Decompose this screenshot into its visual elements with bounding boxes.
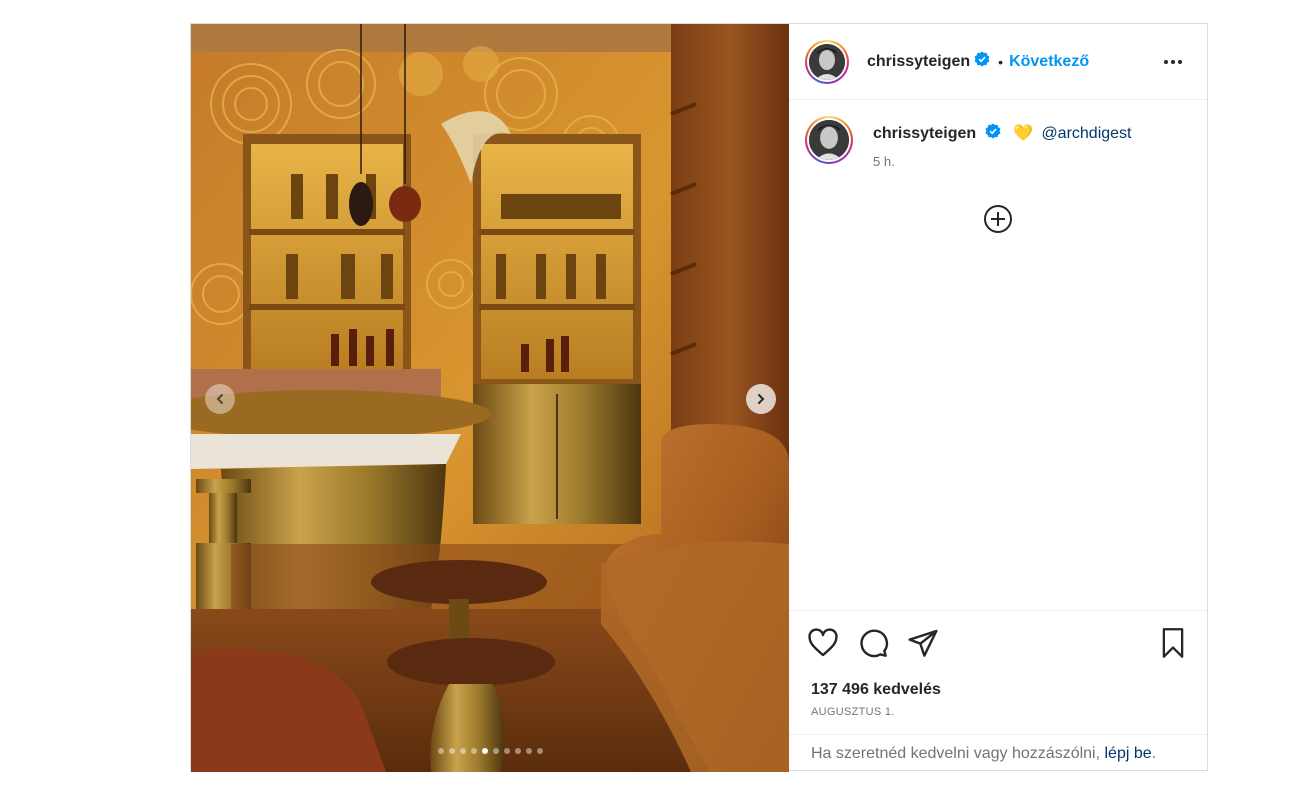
save-button[interactable] — [1159, 627, 1187, 664]
chevron-right-icon — [758, 394, 765, 404]
post-header: chrissyteigen • Következő — [789, 24, 1207, 100]
carousel-dot — [481, 748, 488, 754]
bar-interior-photo — [191, 24, 789, 772]
carousel-dot — [525, 748, 532, 754]
like-count[interactable]: 137 496 kedvelés — [811, 681, 941, 699]
carousel-dot — [503, 748, 510, 754]
comment-icon — [860, 629, 889, 658]
caption-username[interactable]: chrissyteigen — [873, 125, 976, 142]
login-prompt: Ha szeretnéd kedvelni vagy hozzászólni, … — [789, 734, 1207, 771]
header-separator: • — [998, 53, 1004, 70]
avatar[interactable] — [805, 39, 849, 84]
follow-button[interactable]: Következő — [1009, 53, 1089, 71]
send-icon — [908, 629, 938, 657]
carousel-dot — [514, 748, 521, 754]
bookmark-icon — [1162, 628, 1184, 658]
post-time[interactable]: 5 h. — [873, 154, 1132, 169]
login-prompt-text: Ha szeretnéd kedvelni vagy hozzászólni, — [811, 745, 1105, 762]
more-options-button[interactable] — [1161, 50, 1185, 79]
carousel-dot — [470, 748, 477, 754]
more-icon — [1164, 60, 1182, 64]
carousel-next-button[interactable] — [746, 384, 776, 414]
username[interactable]: chrissyteigen — [867, 53, 970, 71]
post-date[interactable]: AUGUSZTUS 1. — [811, 706, 895, 718]
like-button[interactable] — [807, 627, 839, 664]
avatar-image — [809, 43, 845, 80]
caption-avatar[interactable] — [805, 116, 853, 164]
plus-circle-icon — [984, 205, 1012, 233]
caption: chrissyteigen 💛 @archdigest 5 h. — [805, 116, 1191, 169]
login-link[interactable]: lépj be — [1105, 745, 1152, 762]
yellow-heart-emoji: 💛 — [1013, 125, 1033, 142]
comment-button[interactable] — [857, 627, 889, 664]
post-card: chrissyteigen • Következő chrissyteigen … — [190, 23, 1208, 772]
load-more-comments-button[interactable] — [983, 204, 1013, 239]
post-image[interactable] — [191, 24, 789, 772]
carousel-prev-button[interactable] — [205, 384, 235, 414]
chevron-left-icon — [216, 394, 223, 404]
login-prompt-suffix: . — [1151, 745, 1157, 762]
carousel-dot — [492, 748, 499, 754]
share-button[interactable] — [907, 627, 939, 664]
carousel-dot — [459, 748, 466, 754]
carousel-dot — [448, 748, 455, 754]
verified-badge-icon — [985, 123, 1001, 144]
post-actions: 137 496 kedvelés AUGUSZTUS 1. Ha szeretn… — [789, 610, 1207, 771]
carousel-indicator — [191, 748, 789, 754]
carousel-dot — [536, 748, 543, 754]
caption-mention-link[interactable]: @archdigest — [1041, 125, 1131, 142]
post-side-panel: chrissyteigen • Következő chrissyteigen … — [789, 24, 1207, 770]
avatar-image — [809, 120, 849, 160]
verified-badge-icon — [974, 51, 990, 72]
heart-outline-icon — [808, 628, 838, 657]
carousel-dot — [437, 748, 444, 754]
